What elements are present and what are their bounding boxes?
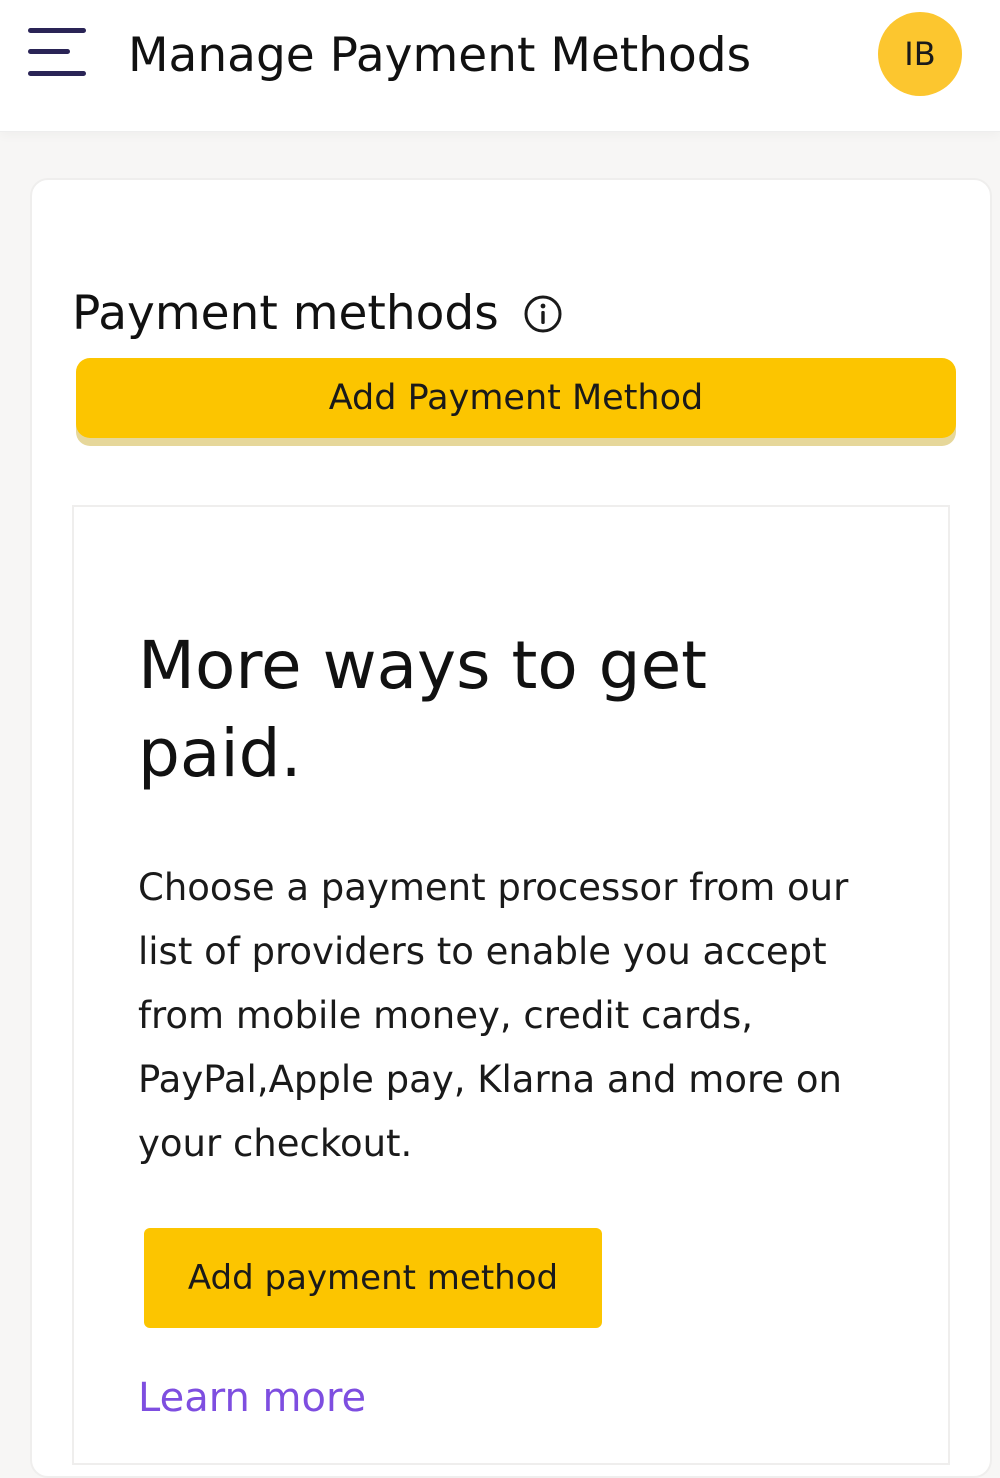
add-payment-method-button[interactable]: Add Payment Method bbox=[76, 358, 956, 438]
promo-headline: More ways to get paid. bbox=[138, 627, 708, 792]
app-header: Manage Payment Methods IB bbox=[0, 0, 1000, 132]
menu-icon-bar bbox=[28, 28, 86, 33]
menu-icon-bar bbox=[28, 71, 86, 76]
add-payment-method-cta-button[interactable]: Add payment method bbox=[144, 1228, 602, 1328]
section-heading: Payment methods bbox=[72, 286, 499, 341]
page-title: Manage Payment Methods bbox=[128, 28, 752, 83]
promo-body: Choose a payment processor from our list… bbox=[138, 866, 849, 1165]
hamburger-menu-icon[interactable] bbox=[28, 28, 88, 78]
section-heading-row: Payment methods bbox=[72, 282, 563, 346]
avatar[interactable]: IB bbox=[878, 12, 962, 96]
menu-icon-bar bbox=[28, 49, 70, 54]
info-icon[interactable] bbox=[523, 294, 563, 334]
learn-more-link[interactable]: Learn more bbox=[138, 1370, 366, 1426]
